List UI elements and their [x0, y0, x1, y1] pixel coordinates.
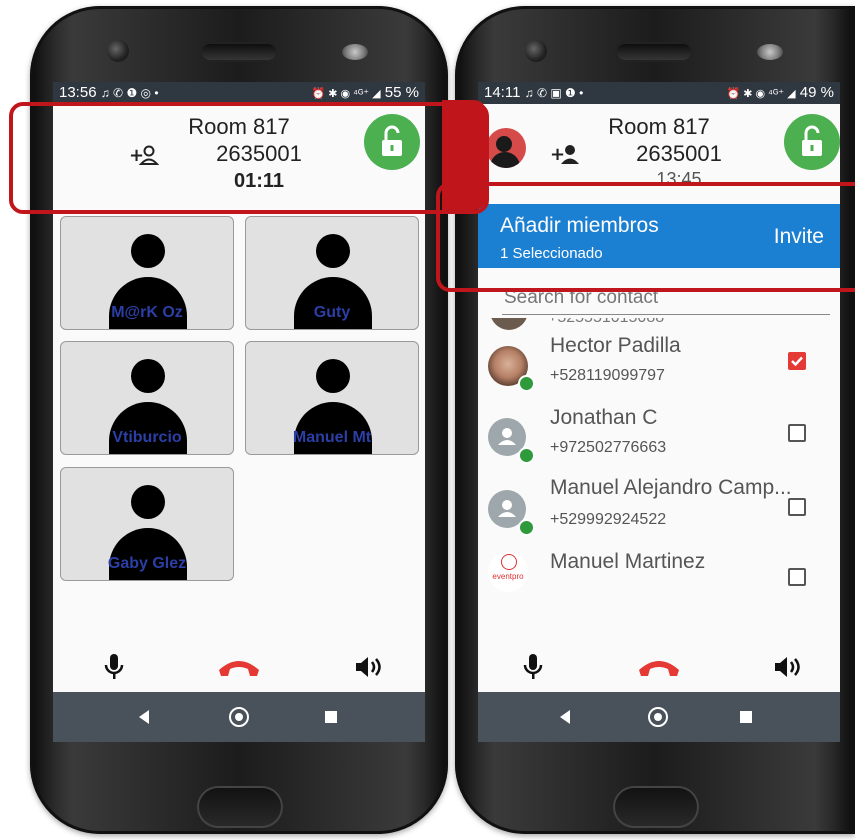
highlight-call-header	[9, 102, 489, 214]
android-navbar	[478, 692, 840, 742]
participant-tile[interactable]: Manuel Mt	[245, 341, 419, 455]
status-icons-right: ⏰ ✱ ◉ ⁴ᴳ⁺ ◢	[726, 88, 796, 100]
partial-contact-row[interactable]: +525551015088	[478, 318, 840, 330]
status-icons-left: ♫ ✆ ▣ ❶ •	[524, 86, 584, 100]
earpiece-speaker	[615, 42, 693, 62]
contact-name: Manuel Alejandro Camp...	[550, 476, 792, 499]
status-icons-left: ♫ ✆ ❶ ◎ •	[100, 86, 159, 100]
contact-name: Hector Padilla	[550, 334, 681, 357]
participant-name: Gaby Glez	[107, 555, 187, 572]
contact-list: +525551015088 Hector Padilla +5281190997…	[478, 318, 840, 598]
lock-open-icon[interactable]	[784, 114, 840, 170]
speaker-icon[interactable]	[772, 654, 802, 680]
recent-apps-icon[interactable]	[325, 711, 337, 723]
lock-badge-icon	[518, 375, 535, 392]
participant-name: Guty	[313, 304, 351, 321]
recent-apps-icon[interactable]	[740, 711, 752, 723]
person-icon	[316, 359, 350, 393]
fingerprint-home-button[interactable]	[613, 786, 699, 828]
person-icon	[316, 234, 350, 268]
participant-name: M@rK Oz	[111, 304, 183, 321]
contact-number: +972502776663	[550, 439, 667, 456]
proximity-sensor	[342, 44, 368, 60]
eventpro-logo: eventpro	[488, 552, 528, 592]
contact-search	[502, 286, 834, 315]
contact-checkbox[interactable]	[788, 424, 806, 442]
participant-tile[interactable]: Gaby Glez	[60, 467, 234, 581]
contact-checkbox-checked[interactable]	[788, 352, 806, 370]
contact-name: Manuel Martinez	[550, 550, 706, 573]
person-icon	[131, 234, 165, 268]
contact-row[interactable]: Jonathan C +972502776663	[478, 404, 840, 474]
android-navbar	[53, 692, 425, 742]
eventpro-logo-text: eventpro	[492, 572, 524, 581]
person-icon	[131, 359, 165, 393]
battery-level: 49 %	[799, 84, 834, 101]
proximity-sensor	[757, 44, 783, 60]
person-icon	[131, 485, 165, 519]
speaker-icon[interactable]	[353, 654, 383, 680]
contact-name: Jonathan C	[550, 406, 658, 429]
participant-tile[interactable]: M@rK Oz	[60, 216, 234, 330]
contact-checkbox[interactable]	[788, 568, 806, 586]
microphone-icon[interactable]	[103, 652, 125, 682]
contact-checkbox[interactable]	[788, 498, 806, 516]
lock-badge-icon	[518, 447, 535, 464]
home-icon[interactable]	[648, 707, 668, 727]
status-time: 13:56	[59, 84, 97, 101]
participant-name: Vtiburcio	[112, 429, 182, 446]
contact-row[interactable]: Hector Padilla +528119099797	[478, 332, 840, 402]
contact-number: +529992924522	[550, 511, 667, 528]
earpiece-speaker	[200, 42, 278, 62]
status-bar: 13:56 ♫ ✆ ❶ ◎ • ⏰ ✱ ◉ ⁴ᴳ⁺ ◢ 55 %	[53, 82, 425, 104]
contact-row[interactable]: Manuel Alejandro Camp... +529992924522	[478, 476, 840, 546]
phone-hangup-icon[interactable]	[635, 654, 683, 678]
avatar	[490, 318, 528, 330]
call-controls	[478, 644, 840, 692]
back-icon[interactable]	[560, 710, 570, 724]
status-icons-right: ⏰ ✱ ◉ ⁴ᴳ⁺ ◢	[311, 88, 381, 100]
call-controls	[53, 644, 425, 692]
status-time: 14:11	[484, 84, 521, 101]
back-icon[interactable]	[139, 710, 149, 724]
microphone-icon[interactable]	[522, 652, 544, 682]
fingerprint-home-button[interactable]	[197, 786, 283, 828]
contact-number: +525551015088	[548, 318, 664, 327]
participant-tile[interactable]: Guty	[245, 216, 419, 330]
front-camera	[107, 40, 129, 62]
lock-badge-icon	[518, 519, 535, 536]
status-bar: 14:11 ♫ ✆ ▣ ❶ • ⏰ ✱ ◉ ⁴ᴳ⁺ ◢ 49 %	[478, 82, 840, 104]
battery-level: 55 %	[384, 84, 419, 101]
front-camera	[525, 40, 547, 62]
contact-row[interactable]: eventpro Manuel Martinez	[478, 548, 840, 598]
add-person-icon[interactable]: +	[550, 144, 580, 166]
right-screen: 14:11 ♫ ✆ ▣ ❶ • ⏰ ✱ ◉ ⁴ᴳ⁺ ◢ 49 % Room 81…	[478, 82, 840, 742]
home-icon[interactable]	[229, 707, 249, 727]
participant-tile[interactable]: Vtiburcio	[60, 341, 234, 455]
highlight-add-members	[436, 182, 855, 292]
phone-hangup-icon[interactable]	[215, 654, 263, 678]
svg-text:+: +	[550, 144, 565, 165]
contact-number: +528119099797	[550, 367, 665, 384]
participant-name: Manuel Mt	[292, 429, 372, 446]
